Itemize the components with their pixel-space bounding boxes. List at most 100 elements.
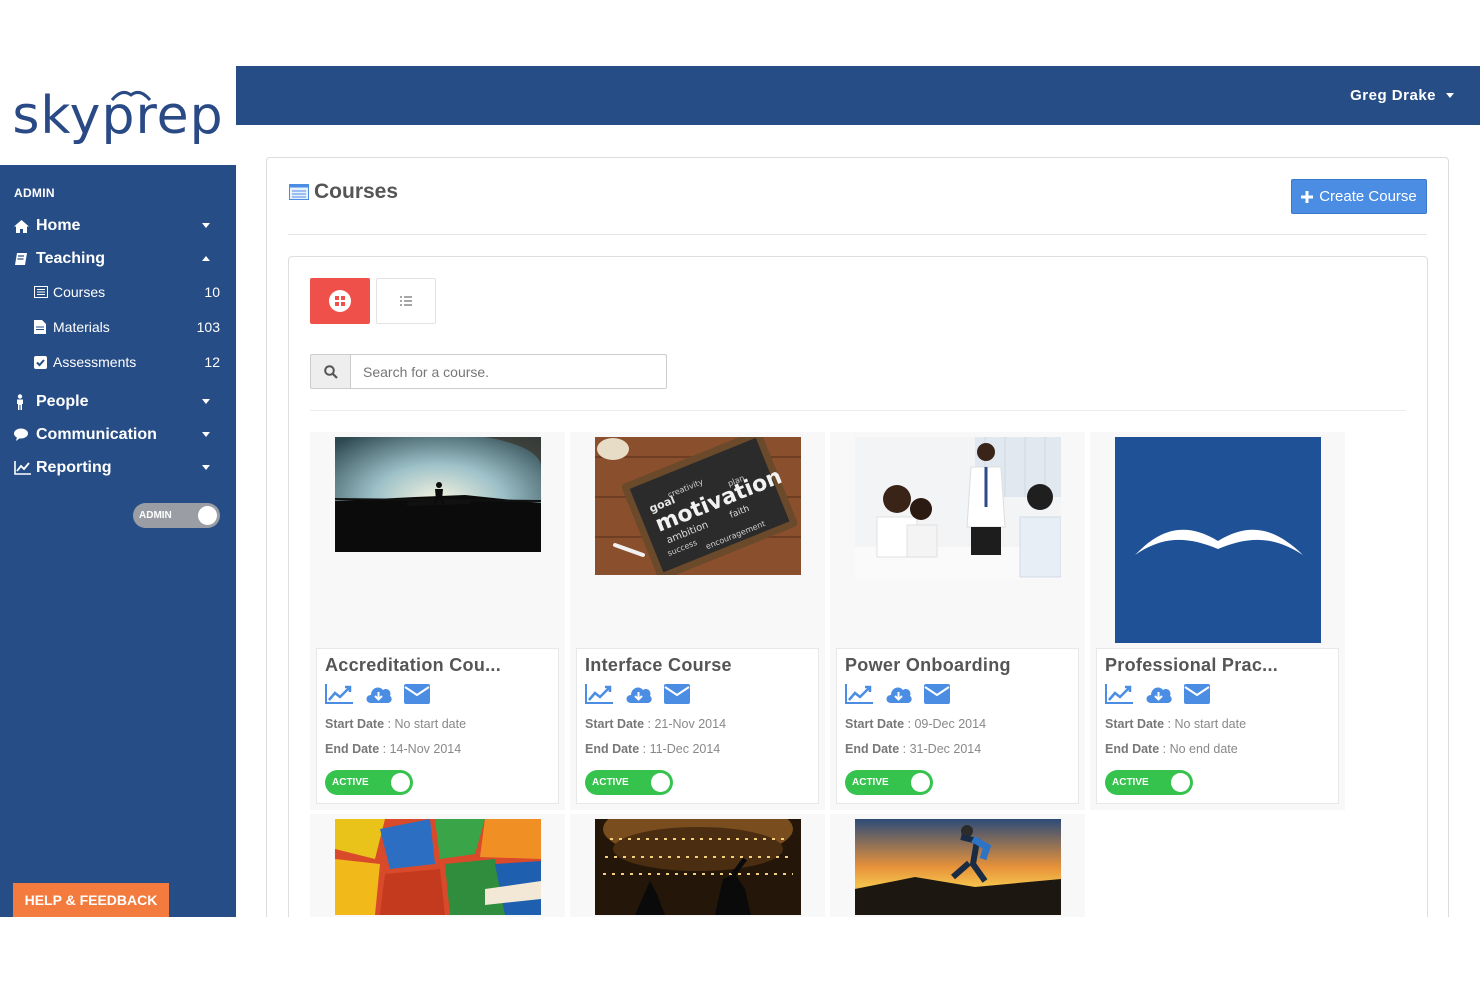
report-chart-icon[interactable] [1105,684,1133,704]
checkbox-icon [34,355,49,369]
course-actions [1105,684,1210,704]
course-actions [585,684,690,704]
toggle-knob [911,773,930,792]
sidebar-item-home[interactable]: Home [14,214,224,238]
report-chart-icon[interactable] [845,684,873,704]
help-feedback-button[interactable]: HELP & FEEDBACK [13,883,169,917]
start-date: Start Date : 09-Dec 2014 [845,717,987,731]
sidebar-item-reporting[interactable]: Reporting [14,456,224,480]
toggle-knob [1171,773,1190,792]
search-group [310,354,667,389]
chevron-down-icon [202,465,210,470]
course-thumbnail: goal creativity motivation ambition fait… [595,437,801,575]
course-card[interactable] [310,814,565,934]
sidebar-subitem-label: Assessments [53,354,137,370]
end-date: End Date : 14-Nov 2014 [325,742,462,756]
top-bar: Greg Drake [236,66,1480,125]
sidebar-item-label: Reporting [36,459,112,476]
book-icon [14,252,32,266]
email-icon[interactable] [1184,684,1210,704]
admin-toggle-label: ADMIN [139,510,172,521]
course-thumbnail [335,437,541,552]
sidebar-item-label: People [36,393,89,410]
course-thumbnail [335,819,541,915]
course-info: Accreditation Cou... Start Date : No sta… [316,648,559,804]
course-card[interactable] [570,814,825,934]
sidebar-section-label: ADMIN [14,186,55,200]
status-label: ACTIVE [332,777,369,788]
report-chart-icon[interactable] [585,684,613,704]
course-info: Professional Prac... Start Date : No sta… [1096,648,1339,804]
course-title[interactable]: Professional Prac... [1105,655,1278,676]
divider [310,410,1406,411]
chevron-up-icon [202,256,210,261]
sidebar-item-people[interactable]: People [14,390,224,414]
course-card[interactable]: Professional Prac... Start Date : No sta… [1090,432,1345,810]
course-title[interactable]: Power Onboarding [845,655,1011,676]
course-card[interactable]: Power Onboarding Start Date : 09-Dec 201… [830,432,1085,810]
course-card[interactable]: goal creativity motivation ambition fait… [570,432,825,810]
admin-mode-toggle[interactable]: ADMIN [133,503,220,528]
toggle-knob [391,773,410,792]
user-menu[interactable]: Greg Drake [1350,87,1454,104]
assessments-count: 12 [204,354,220,370]
sidebar-subitem-courses[interactable]: Courses 10 [34,282,220,302]
create-course-button[interactable]: Create Course [1291,179,1427,214]
sidebar-item-communication[interactable]: Communication [14,423,224,447]
chevron-down-icon [202,399,210,404]
course-thumbnail [1115,437,1321,643]
file-icon [34,320,49,334]
logo-arc-icon [111,90,152,101]
main-panel: Courses Create Course Search for a cours… [266,157,1449,956]
course-title[interactable]: Accreditation Cou... [325,655,501,676]
course-thumbnail [595,819,801,915]
start-date: Start Date : No start date [1105,717,1247,731]
cloud-download-icon[interactable] [365,684,392,704]
logo[interactable]: skyprep [0,66,236,165]
courses-panel: Accreditation Cou... Start Date : No sta… [288,256,1428,956]
user-name: Greg Drake [1350,87,1436,104]
course-card[interactable]: Accreditation Cou... Start Date : No sta… [310,432,565,810]
cloud-download-icon[interactable] [885,684,912,704]
course-thumbnail [855,437,1061,579]
cloud-download-icon[interactable] [1145,684,1172,704]
sidebar-item-teaching[interactable]: Teaching [14,247,224,271]
active-toggle[interactable]: ACTIVE [1105,770,1193,795]
plus-icon [1301,190,1314,203]
email-icon[interactable] [924,684,950,704]
sidebar: ADMIN Home Teaching Courses 10 Materials… [0,165,236,917]
logo-sky: sky [12,85,102,146]
email-icon[interactable] [404,684,430,704]
course-info: Interface Course Start Date : 21-Nov 201… [576,648,819,804]
grid-view-button[interactable] [310,278,370,324]
report-chart-icon[interactable] [325,684,353,704]
status-label: ACTIVE [852,777,889,788]
logo-text: skyprep [12,86,223,146]
search-icon [323,364,338,379]
sidebar-subitem-assessments[interactable]: Assessments 12 [34,352,220,372]
start-date: Start Date : 21-Nov 2014 [585,717,727,731]
course-title[interactable]: Interface Course [585,655,732,676]
chat-icon [14,428,32,442]
search-input[interactable] [350,354,667,389]
active-toggle[interactable]: ACTIVE [585,770,673,795]
courses-count: 10 [204,284,220,300]
chevron-down-icon [202,223,210,228]
active-toggle[interactable]: ACTIVE [845,770,933,795]
chart-icon [14,461,32,475]
person-icon [14,394,32,410]
sidebar-subitem-materials[interactable]: Materials 103 [34,317,220,337]
email-icon[interactable] [664,684,690,704]
search-icon-box[interactable] [310,354,350,389]
cloud-download-icon[interactable] [625,684,652,704]
page-title: Courses [289,180,398,204]
list-view-button[interactable] [376,278,436,324]
create-course-label: Create Course [1319,188,1417,205]
end-date: End Date : No end date [1105,742,1238,756]
sidebar-subitem-label: Courses [53,284,106,300]
active-toggle[interactable]: ACTIVE [325,770,413,795]
toggle-knob [651,773,670,792]
course-card[interactable] [830,814,1085,934]
grid-icon [329,290,351,312]
status-label: ACTIVE [1112,777,1149,788]
